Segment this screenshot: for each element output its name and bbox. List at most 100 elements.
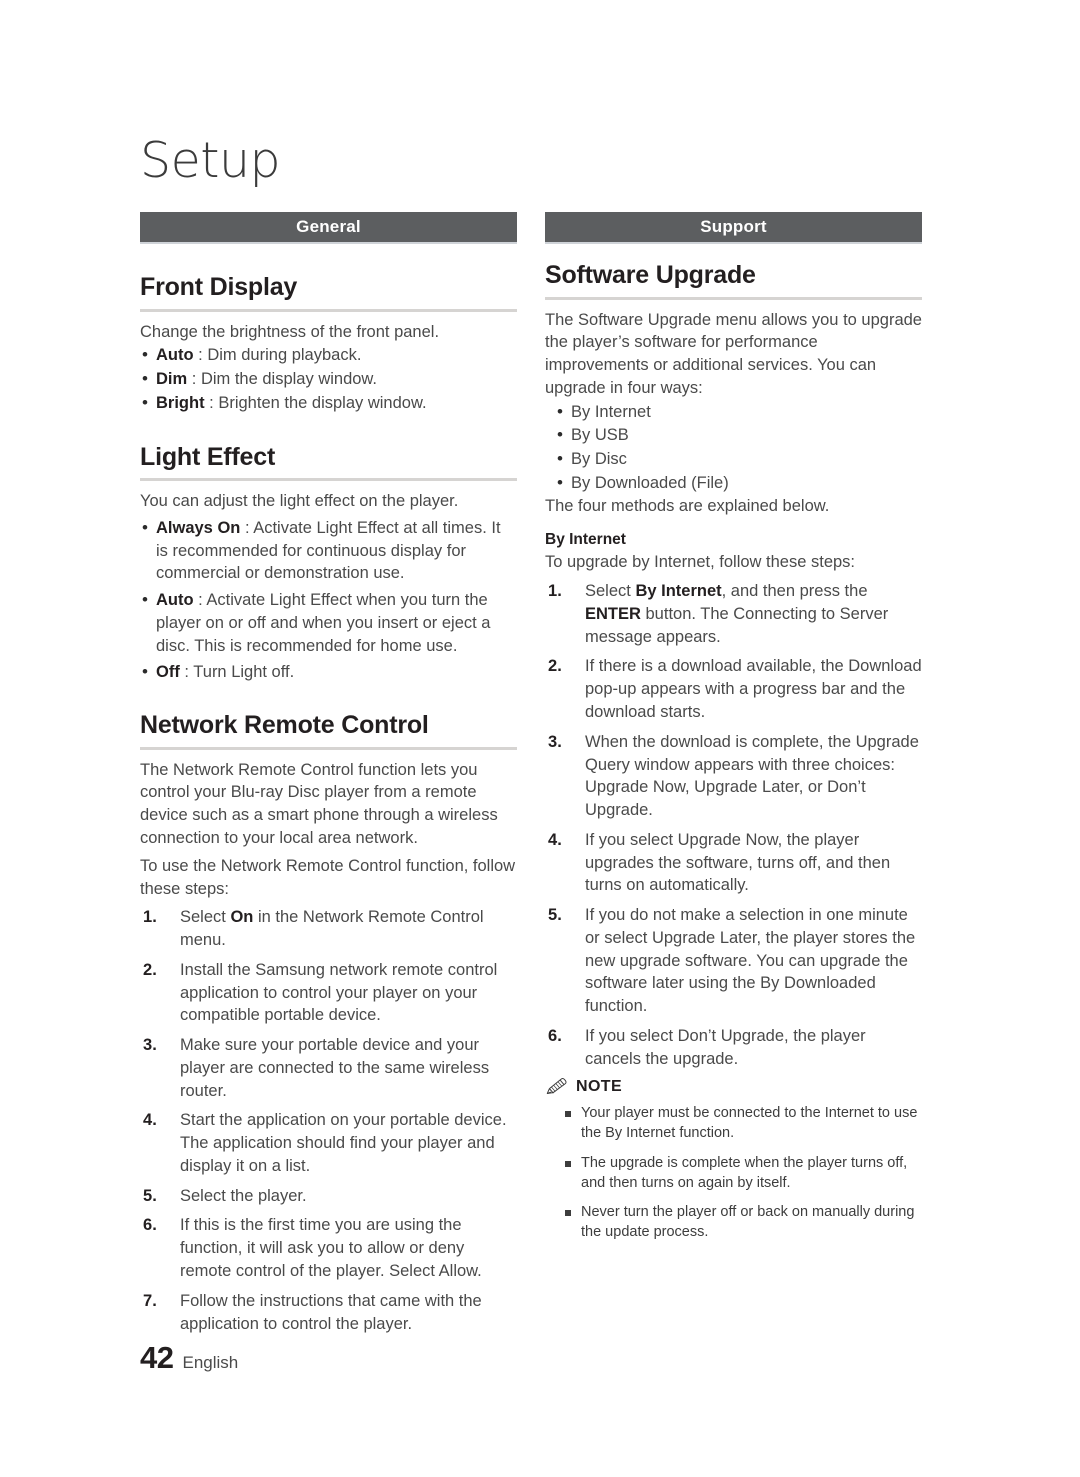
software-upgrade-intro: The Software Upgrade menu allows you to … — [545, 310, 922, 397]
option-text: Activate Light Effect when you turn the … — [156, 591, 491, 655]
list-item: If there is a download available, the Do… — [545, 655, 922, 723]
software-upgrade-outro: The four methods are explained below. — [545, 496, 830, 515]
by-internet-intro: To upgrade by Internet, follow these ste… — [545, 553, 856, 572]
option-sep: : — [240, 518, 254, 537]
step-text-pre: If you do not make a selection in one mi… — [585, 906, 916, 1016]
list-item: Select On in the Network Remote Control … — [140, 906, 517, 952]
step-text-bold: On — [230, 908, 254, 927]
step-text-pre: Select — [180, 908, 231, 927]
list-item: Never turn the player off or back on man… — [545, 1203, 922, 1242]
list-item: Select the player. — [140, 1185, 517, 1208]
nrc-paragraph-2: To use the Network Remote Control functi… — [140, 856, 516, 898]
page-title: Setup — [140, 132, 281, 189]
note-items: Your player must be connected to the Int… — [545, 1104, 922, 1242]
section-title-light-effect: Light Effect — [140, 442, 276, 471]
list-item: When the download is complete, the Upgra… — [545, 731, 922, 822]
group-bar-general-label: General — [296, 217, 361, 236]
list-item: By Internet — [545, 400, 922, 424]
step-text-pre: Install the Samsung network remote contr… — [180, 960, 498, 1025]
group-bar-support-label: Support — [700, 217, 767, 236]
option-term: Dim — [156, 370, 188, 389]
section-title-front-display: Front Display — [140, 273, 298, 301]
list-item: By Downloaded (File) — [545, 471, 922, 495]
section-title-software-upgrade: Software Upgrade — [545, 261, 756, 289]
footer-page-number: 42 — [140, 1340, 174, 1375]
option-sep: : — [179, 663, 194, 682]
pencil-icon — [546, 1078, 567, 1095]
method-label: By Downloaded (File) — [571, 473, 729, 492]
step-text-pre: If you select Upgrade Now, the player up… — [585, 830, 891, 895]
option-sep: : — [204, 393, 219, 412]
step-text-pre: Select the player. — [180, 1186, 307, 1205]
note-header: NOTE — [545, 1078, 922, 1096]
front-display-options: Auto : Dim during playback. Dim : Dim th… — [140, 343, 517, 415]
option-text: Turn Light off. — [193, 663, 295, 682]
section-divider — [140, 478, 517, 482]
step-text-pre: Make sure your portable device and your … — [180, 1036, 490, 1100]
light-effect-options: Always On : Activate Light Effect at all… — [140, 516, 517, 684]
method-label: By Internet — [571, 402, 651, 421]
nrc-steps: Select On in the Network Remote Control … — [140, 906, 517, 1335]
list-item: Dim : Dim the display window. — [140, 367, 517, 391]
subsection-title-by-internet: By Internet — [545, 531, 626, 549]
page-footer: 42 English — [140, 1340, 238, 1376]
step-text-pre: Follow the instructions that came with t… — [180, 1291, 482, 1333]
list-item: If you select Upgrade Now, the player up… — [545, 829, 922, 897]
step-text-bold: By Internet — [635, 582, 722, 601]
footer-language: English — [182, 1353, 239, 1372]
front-display-intro: Change the brightness of the front panel… — [140, 322, 440, 341]
list-item: Auto : Activate Light Effect when you tu… — [140, 588, 517, 657]
option-text: Brighten the display window. — [218, 393, 427, 412]
list-item: If you select Don’t Upgrade, the player … — [545, 1025, 922, 1071]
section-light-effect: Light Effect You can adjust the light ef… — [140, 442, 517, 685]
option-term: Always On — [156, 518, 241, 537]
section-divider — [140, 746, 517, 750]
nrc-paragraph-1: The Network Remote Control function lets… — [140, 760, 498, 847]
by-internet-steps: Select By Internet, and then press the E… — [545, 580, 922, 1070]
method-label: By Disc — [571, 450, 627, 469]
list-item: Off : Turn Light off. — [140, 660, 517, 684]
list-item: If this is the first time you are using … — [140, 1214, 517, 1282]
method-label: By USB — [571, 426, 629, 445]
step-text-pre: Select — [585, 582, 636, 601]
option-text: Dim during playback. — [207, 346, 362, 365]
list-item: Auto : Dim during playback. — [140, 343, 517, 367]
list-item: Make sure your portable device and your … — [140, 1034, 517, 1102]
step-text-pre: Start the application on your portable d… — [180, 1111, 507, 1175]
list-item: Follow the instructions that came with t… — [140, 1290, 517, 1336]
step-text-bold-2: ENTER — [585, 604, 641, 623]
step-text-pre: When the download is complete, the Upgra… — [585, 732, 919, 820]
note-block: NOTE Your player must be connected to th… — [545, 1078, 922, 1242]
list-item: By Disc — [545, 447, 922, 471]
option-sep: : — [193, 346, 208, 365]
list-item: Start the application on your portable d… — [140, 1109, 517, 1177]
option-term: Auto — [156, 591, 194, 610]
left-column: General Front Display Change the brightn… — [140, 212, 517, 1342]
light-effect-intro: You can adjust the light effect on the p… — [140, 492, 459, 511]
section-network-remote-control: Network Remote Control The Network Remot… — [140, 712, 517, 1335]
group-bar-support: Support — [545, 212, 922, 244]
option-sep: : — [187, 370, 201, 389]
list-item: Install the Samsung network remote contr… — [140, 959, 517, 1027]
group-bar-general: General — [140, 212, 517, 244]
option-sep: : — [193, 591, 207, 610]
section-front-display: Front Display Change the brightness of t… — [140, 273, 517, 415]
list-item: The upgrade is complete when the player … — [545, 1154, 922, 1193]
list-item: If you do not make a selection in one mi… — [545, 904, 922, 1018]
upgrade-methods-list: By Internet By USB By Disc By Downloaded… — [545, 400, 922, 495]
section-divider — [140, 308, 517, 312]
step-text-mid: , and then press the — [721, 582, 868, 601]
list-item: Bright : Brighten the display window. — [140, 391, 517, 415]
list-item: Your player must be connected to the Int… — [545, 1104, 922, 1143]
step-text-pre: If this is the first time you are using … — [180, 1216, 482, 1280]
section-title-network-remote-control: Network Remote Control — [140, 711, 429, 740]
option-term: Off — [156, 663, 180, 682]
right-column: Support Software Upgrade The Software Up… — [545, 212, 922, 1253]
option-term: Bright — [156, 393, 205, 412]
note-label: NOTE — [576, 1078, 623, 1096]
option-term: Auto — [156, 346, 194, 365]
section-divider — [545, 296, 922, 300]
list-item: Select By Internet, and then press the E… — [545, 580, 922, 648]
option-text: Dim the display window. — [200, 370, 378, 389]
manual-page: Setup General Front Display Change the b… — [0, 0, 1080, 1477]
